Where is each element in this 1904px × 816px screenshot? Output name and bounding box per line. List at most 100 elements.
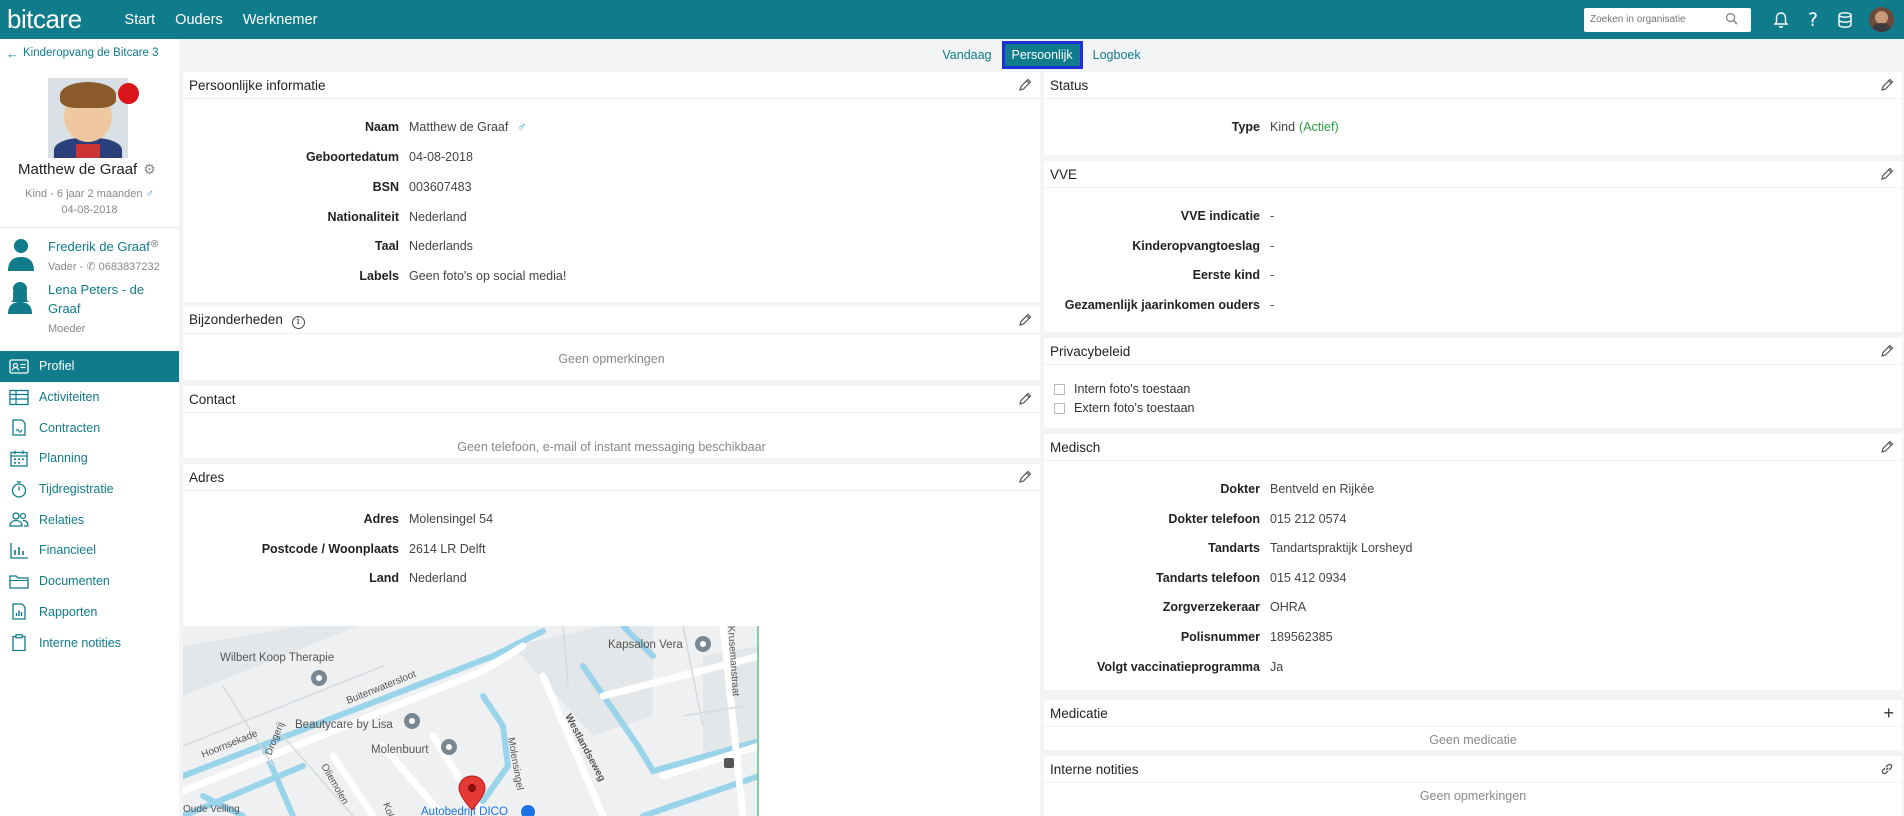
link-icon[interactable] bbox=[1880, 762, 1894, 776]
row-geboortedatum: Geboortedatum 04-08-2018 bbox=[183, 150, 473, 164]
field-label: Kinderopvangtoeslag bbox=[1132, 239, 1260, 253]
map-label: Kapsalon Vera bbox=[608, 639, 683, 651]
panel-vve: VVE VVE indicatie - Kinderopvangtoeslag … bbox=[1044, 161, 1902, 332]
field-label: Postcode / Woonplaats bbox=[261, 542, 399, 556]
sidebar-item-interne-notities[interactable]: Interne notities bbox=[0, 627, 179, 658]
sidebar-item-rapporten[interactable]: Rapporten bbox=[0, 597, 179, 628]
sidebar-item-label: Interne notities bbox=[39, 635, 121, 650]
map-label: Molenbuurt bbox=[371, 744, 429, 756]
nav-start[interactable]: Start bbox=[125, 12, 156, 28]
checkbox-intern-fotos[interactable]: Intern foto's toestaan bbox=[1054, 382, 1190, 396]
sidebar-item-planning[interactable]: Planning bbox=[0, 443, 179, 474]
sidebar-item-tijdregistratie[interactable]: Tijdregistratie bbox=[0, 474, 179, 505]
parent-role-text: Vader - bbox=[48, 261, 87, 273]
checkbox[interactable] bbox=[1054, 402, 1065, 414]
nav-werknemer[interactable]: Werknemer bbox=[243, 12, 318, 28]
row-zorgverzekeraar: Zorgverzekeraar OHRA bbox=[1044, 600, 1306, 614]
gear-icon[interactable]: ⚙ bbox=[143, 161, 156, 178]
parent-name-frederik[interactable]: Frederik de Graaf bbox=[48, 237, 150, 256]
pencil-icon[interactable] bbox=[1018, 470, 1032, 484]
panel-header: VVE bbox=[1044, 161, 1902, 188]
pencil-icon[interactable] bbox=[1880, 344, 1894, 358]
empty-message: Geen opmerkingen bbox=[1419, 789, 1527, 803]
panel-medicatie: Medicatie + Geen medicatie bbox=[1044, 700, 1902, 750]
tab-persoonlijk[interactable]: Persoonlijk bbox=[1001, 41, 1083, 69]
info-icon[interactable]: i bbox=[291, 315, 305, 329]
parent-lena: Lena Peters - de Graaf Moeder bbox=[0, 280, 179, 340]
database-icon[interactable] bbox=[1829, 0, 1861, 39]
field-value: Ja bbox=[1270, 660, 1284, 674]
panel-contact: Contact Geen telefoon, e-mail of instant… bbox=[183, 386, 1040, 458]
remove-circle-icon[interactable]: ⊗ bbox=[150, 237, 159, 250]
row-polisnummer: Polisnummer 189562385 bbox=[1044, 630, 1333, 644]
tab-logboek[interactable]: Logboek bbox=[1083, 41, 1151, 69]
pencil-icon[interactable] bbox=[1018, 78, 1032, 92]
mother-silhouette-icon bbox=[8, 282, 32, 314]
child-age-text: Kind - 6 jaar 2 maanden bbox=[25, 188, 143, 200]
help-icon[interactable]: ? bbox=[1797, 0, 1829, 39]
phone-icon: ✆ bbox=[86, 261, 99, 273]
field-value: Molensingel 54 bbox=[409, 512, 494, 526]
pencil-icon[interactable] bbox=[1880, 78, 1894, 92]
clipboard-icon bbox=[8, 634, 30, 652]
field-value: Nederlands bbox=[409, 239, 473, 253]
row-postcode: Postcode / Woonplaats 2614 LR Delft bbox=[183, 542, 486, 556]
map-label: Beautycare by Lisa bbox=[295, 719, 393, 731]
male-icon: ♂ bbox=[145, 188, 154, 200]
pencil-icon[interactable] bbox=[1018, 313, 1032, 327]
field-value: - bbox=[1270, 268, 1275, 282]
plus-icon[interactable]: + bbox=[1883, 704, 1894, 722]
field-value: 04-08-2018 bbox=[409, 150, 473, 164]
child-birthdate: 04-08-2018 bbox=[61, 204, 118, 216]
field-label: Taal bbox=[374, 239, 399, 253]
checkbox-extern-fotos[interactable]: Extern foto's toestaan bbox=[1054, 401, 1195, 415]
panel-status: Status Type Kind (Actief) bbox=[1044, 72, 1902, 155]
panel-title: Privacybeleid bbox=[1050, 343, 1131, 359]
status-dot bbox=[118, 83, 139, 104]
bar-chart-icon bbox=[8, 541, 30, 559]
sidebar-item-financieel[interactable]: Financieel bbox=[0, 535, 179, 566]
user-avatar[interactable] bbox=[1869, 7, 1894, 32]
row-naam: Naam Matthew de Graaf ♂ bbox=[183, 120, 526, 134]
sidebar-item-label: Rapporten bbox=[39, 604, 98, 619]
panel-header: Status bbox=[1044, 72, 1902, 99]
sidebar-item-relaties[interactable]: Relaties bbox=[0, 504, 179, 535]
bitcare-logo[interactable]: bitcare bbox=[7, 4, 82, 35]
panel-persoonlijke-informatie: Persoonlijke informatie Naam Matthew de … bbox=[183, 72, 1040, 302]
field-label: Land bbox=[369, 571, 399, 585]
row-land: Land Nederland bbox=[183, 571, 467, 585]
father-silhouette-icon bbox=[8, 239, 34, 271]
field-value: Kind bbox=[1270, 120, 1296, 134]
search-icon[interactable] bbox=[1725, 12, 1738, 28]
back-link[interactable]: ← Kinderopvang de Bitcare 3 bbox=[0, 39, 179, 61]
checkbox[interactable] bbox=[1054, 383, 1065, 395]
child-age: Kind - 6 jaar 2 maanden ♂ bbox=[0, 188, 179, 200]
panel-title: Bijzonderheden bbox=[189, 311, 283, 327]
panel-header: Medicatie + bbox=[1044, 700, 1902, 727]
row-jaarinkomen: Gezamenlijk jaarinkomen ouders - bbox=[1044, 298, 1274, 312]
tab-bar: Vandaag Persoonlijk Logboek bbox=[179, 39, 1904, 71]
row-vve-indicatie: VVE indicatie - bbox=[1044, 209, 1274, 223]
pencil-icon[interactable] bbox=[1880, 440, 1894, 454]
parent-name-lena[interactable]: Lena Peters - de Graaf bbox=[48, 280, 144, 318]
field-label: Labels bbox=[359, 269, 399, 283]
parent-phone[interactable]: 0683837232 bbox=[99, 261, 160, 273]
sidebar-item-documenten[interactable]: Documenten bbox=[0, 566, 179, 597]
sidebar-item-profiel[interactable]: Profiel bbox=[0, 351, 179, 382]
tab-vandaag[interactable]: Vandaag bbox=[932, 41, 1001, 69]
sidebar-item-label: Tijdregistratie bbox=[39, 482, 114, 497]
address-map[interactable]: Wilbert Koop Therapie Kapsalon Vera Beau… bbox=[183, 626, 759, 816]
bell-icon[interactable] bbox=[1765, 0, 1797, 39]
field-label: Naam bbox=[364, 120, 399, 134]
pencil-icon[interactable] bbox=[1018, 392, 1032, 406]
field-value: 2614 LR Delft bbox=[409, 542, 486, 556]
nav-ouders[interactable]: Ouders bbox=[175, 12, 223, 28]
pencil-icon[interactable] bbox=[1880, 167, 1894, 181]
sidebar-item-activiteiten[interactable]: Activiteiten bbox=[0, 382, 179, 413]
sidebar-item-contracten[interactable]: Contracten bbox=[0, 412, 179, 443]
search-input[interactable] bbox=[1590, 14, 1725, 25]
child-photo[interactable] bbox=[48, 78, 128, 158]
row-taal: Taal Nederlands bbox=[183, 239, 473, 253]
sidebar-item-label: Planning bbox=[39, 451, 88, 466]
field-label: Dokter telefoon bbox=[1168, 512, 1260, 526]
